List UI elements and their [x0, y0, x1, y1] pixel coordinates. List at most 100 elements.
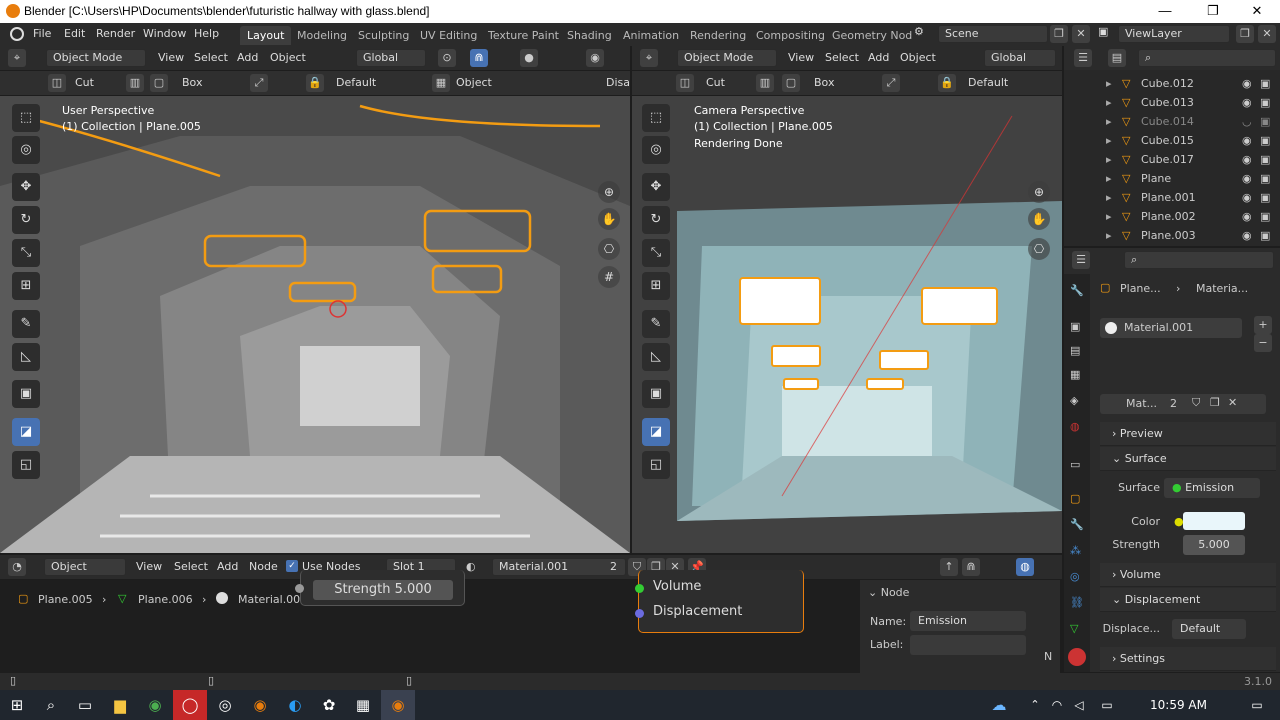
edge-icon[interactable]: ◐	[278, 690, 312, 720]
close-button[interactable]: ✕	[1234, 0, 1280, 23]
outliner-row[interactable]: ▸ ▽ Cube.014 ◡ ▣	[1064, 112, 1280, 131]
task-view-icon[interactable]: ▭	[68, 690, 102, 720]
modifier-tab-icon[interactable]: 🔧	[1070, 518, 1084, 531]
tab-rendering[interactable]: Rendering	[683, 26, 753, 45]
annotate-tool-icon-right[interactable]: ✎	[642, 310, 670, 338]
add-menu[interactable]: Add	[237, 51, 258, 64]
world-tab-icon[interactable]: ◍	[1070, 420, 1080, 433]
scale-tool-icon[interactable]: ⤡	[12, 239, 40, 267]
data-tab-icon[interactable]: ▽	[1070, 622, 1078, 635]
fake-user-icon[interactable]: ⛉	[1192, 396, 1200, 410]
displacement-socket[interactable]	[635, 609, 644, 618]
physics-tab-icon[interactable]: ◎	[1070, 570, 1080, 583]
particles-tab-icon[interactable]: ⁂	[1070, 544, 1081, 557]
node-canvas[interactable]: ▢ Plane.005 › ▽ Plane.006 › Material.001…	[0, 570, 860, 673]
camera-render-icon[interactable]: ▣	[1260, 226, 1270, 245]
extra-tool-icon[interactable]: ◱	[12, 451, 40, 479]
constraints-tab-icon[interactable]: ⛓	[1070, 596, 1084, 609]
cut-icon[interactable]: ◫	[48, 74, 66, 92]
node-add-menu[interactable]: Add	[217, 560, 238, 573]
menu-window[interactable]: Window	[143, 27, 186, 40]
add-slot-icon[interactable]: +	[1254, 316, 1272, 334]
material-tab-icon[interactable]	[1068, 648, 1086, 666]
tab-geometry-nodes[interactable]: Geometry Nod	[825, 26, 919, 45]
add-menu-right[interactable]: Add	[868, 51, 889, 64]
tab-modeling[interactable]: Modeling	[290, 26, 354, 45]
editor-type-icon[interactable]: ⌖	[8, 49, 26, 67]
strength-field[interactable]: 5.000	[1183, 535, 1245, 555]
menu-help[interactable]: Help	[194, 27, 219, 40]
new-viewlayer-icon[interactable]: ❐	[1236, 25, 1254, 43]
select-menu-right[interactable]: Select	[825, 51, 859, 64]
menu-render[interactable]: Render	[96, 27, 135, 40]
use-nodes-checkbox[interactable]: ✓	[286, 560, 298, 572]
displacement-section[interactable]: ⌄ Displacement	[1100, 588, 1276, 612]
object-icon[interactable]: ▦	[432, 74, 450, 92]
sidebar-tab-icon[interactable]: N	[1044, 650, 1052, 663]
cursor-tool-icon-right[interactable]: ◎	[642, 136, 670, 164]
camera-render-icon[interactable]: ▣	[1260, 74, 1270, 93]
lock-icon[interactable]: 🔒	[306, 74, 324, 92]
outliner-row[interactable]: ▸ ▽ Plane.001 ◉ ▣	[1064, 188, 1280, 207]
material-name-field[interactable]: Material.001	[492, 558, 626, 576]
mode-dropdown-right[interactable]: Object Mode	[677, 49, 777, 67]
surface-section[interactable]: ⌄ Surface	[1100, 447, 1276, 471]
blender-active-icon[interactable]: ◉	[381, 690, 415, 720]
pan-icon-right[interactable]: ✋	[1028, 208, 1050, 230]
camera-render-icon[interactable]: ▣	[1260, 131, 1270, 150]
viewlayer-selector[interactable]: ViewLayer	[1118, 25, 1230, 43]
scale-tool-icon-right[interactable]: ⤡	[642, 239, 670, 267]
outliner-row[interactable]: ▸ ▽ Cube.015 ◉ ▣	[1064, 131, 1280, 150]
move-tool-icon[interactable]: ✥	[12, 173, 40, 201]
camera-render-icon[interactable]: ▣	[1260, 93, 1270, 112]
menu-edit[interactable]: Edit	[64, 27, 85, 40]
strength-socket[interactable]	[295, 584, 304, 593]
eye-icon[interactable]: ◉	[1242, 188, 1252, 207]
object-menu[interactable]: Object	[270, 51, 306, 64]
delete-viewlayer-icon[interactable]: ✕	[1258, 25, 1276, 43]
material-output-node[interactable]: Volume Displacement	[635, 570, 804, 633]
clock[interactable]: 10:59 AM	[1150, 698, 1207, 712]
view-menu[interactable]: View	[158, 51, 184, 64]
measure-tool-icon[interactable]: ◺	[12, 343, 40, 371]
tab-animation[interactable]: Animation	[616, 26, 686, 45]
annotate-tool-icon[interactable]: ✎	[12, 310, 40, 338]
select-menu[interactable]: Select	[194, 51, 228, 64]
camera-render-icon[interactable]: ▣	[1260, 150, 1270, 169]
camera-icon[interactable]: ⎔	[598, 238, 620, 260]
notifications-icon[interactable]: ▭	[1240, 690, 1274, 720]
grid-icon[interactable]: #	[598, 266, 620, 288]
tab-uv-editing[interactable]: UV Editing	[413, 26, 484, 45]
rotate-tool-icon-right[interactable]: ↻	[642, 206, 670, 234]
scene-tab-icon[interactable]: ◈	[1070, 394, 1078, 407]
displace-value-field[interactable]: Default	[1172, 619, 1246, 639]
zoom-icon-right[interactable]: ⊕	[1028, 181, 1050, 203]
menu-file[interactable]: File	[33, 27, 51, 40]
start-icon[interactable]: ⊞	[0, 690, 34, 720]
measure-tool-icon-right[interactable]: ◺	[642, 343, 670, 371]
volume-section[interactable]: › Volume	[1100, 563, 1276, 587]
proportional-icon[interactable]: ●	[520, 49, 538, 67]
overlay-node-icon[interactable]: ◍	[1016, 558, 1034, 576]
camera-render-icon[interactable]: ▣	[1260, 188, 1270, 207]
transform-icon-right[interactable]: ⤢	[882, 74, 900, 92]
add-cube-tool-icon-right[interactable]: ▣	[642, 380, 670, 408]
snap-node-icon[interactable]: ⋒	[962, 558, 980, 576]
editor-type-icon-right[interactable]: ⌖	[640, 49, 658, 67]
eye-icon[interactable]: ◉	[1242, 74, 1252, 93]
app-red-icon[interactable]: ◯	[173, 690, 207, 720]
node-name-field[interactable]: Emission	[910, 611, 1026, 631]
duplicate-material-icon[interactable]: ❐	[1210, 396, 1220, 409]
tool-tab-icon[interactable]: 🔧	[1070, 284, 1084, 297]
blender-menu-icon[interactable]	[10, 27, 24, 41]
object-menu-right[interactable]: Object	[900, 51, 936, 64]
node-label-field[interactable]	[910, 635, 1026, 655]
outliner-row[interactable]: ▸ ▽ Cube.017 ◉ ▣	[1064, 150, 1280, 169]
tab-texture-paint[interactable]: Texture Paint	[481, 26, 566, 45]
eye-icon[interactable]: ◉	[1242, 169, 1252, 188]
cursor-tool-icon[interactable]: ◎	[12, 136, 40, 164]
material-selector[interactable]: Mat... 2 ⛉ ❐ ✕	[1100, 394, 1266, 414]
scene-icon[interactable]: ⚙	[914, 25, 932, 43]
extra-tool-icon-right[interactable]: ◱	[642, 451, 670, 479]
store-icon[interactable]: ▦	[346, 690, 380, 720]
